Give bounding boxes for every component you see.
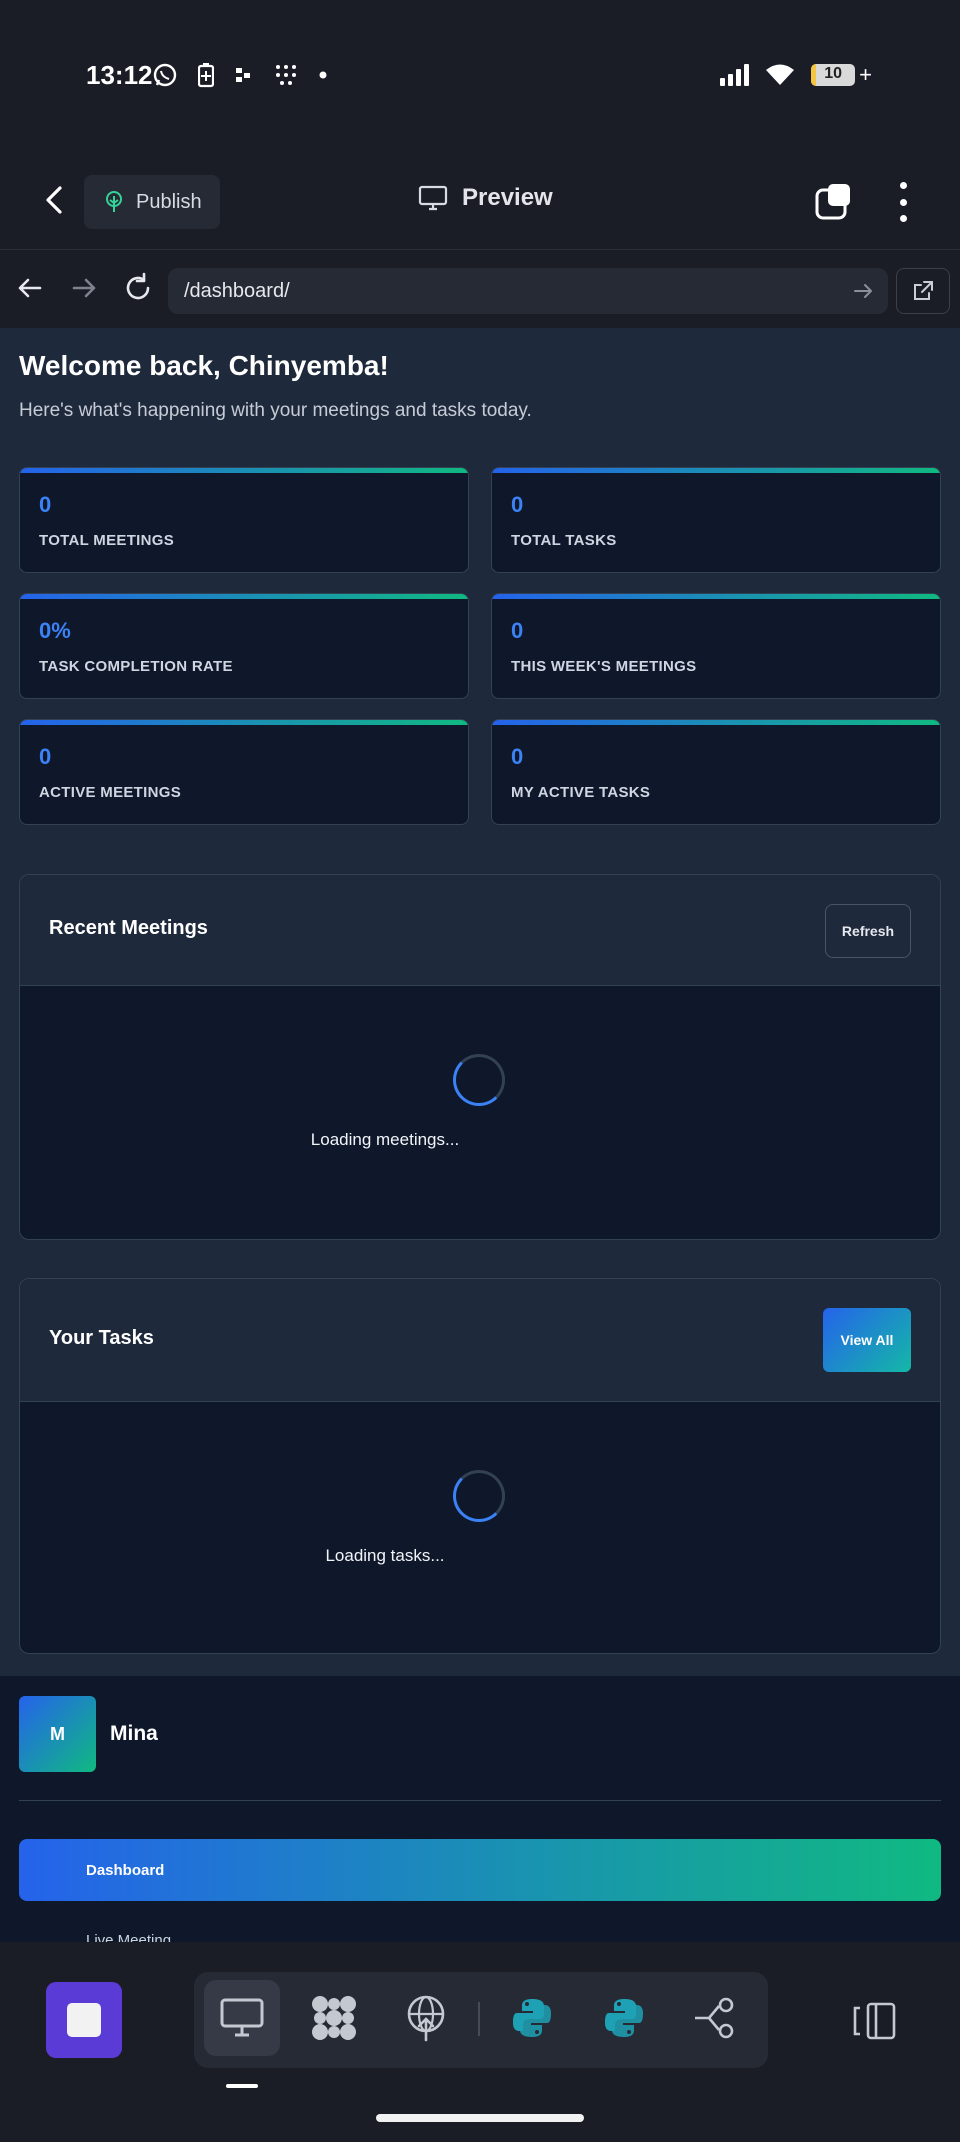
stat-card-total-tasks: 0 TOTAL TASKS [491,467,941,573]
monitor-icon [418,185,448,211]
avatar[interactable]: M [19,1696,96,1772]
loading-spinner [453,1470,505,1522]
stats-grid: 0 TOTAL MEETINGS 0 TOTAL TASKS 0% TASK C… [19,467,941,825]
status-right-icons: 10 + [719,62,872,88]
recent-meetings-title: Recent Meetings [49,917,208,939]
dots-cluster-icon [312,1996,356,2040]
sidebar-item-dashboard[interactable]: Dashboard [19,1839,941,1901]
url-input[interactable]: /dashboard/ [168,268,888,314]
welcome-heading: Welcome back, Chinyemba! [19,350,389,381]
forward-arrow-icon[interactable] [64,268,104,308]
stat-value: 0 [39,492,52,517]
dashboard-page: Welcome back, Chinyemba! Here's what's h… [0,328,960,1942]
side-panel-icon[interactable] [852,1998,898,2044]
stat-value: 0% [39,618,71,643]
stat-card-active-meetings: 0 ACTIVE MEETINGS [19,719,469,825]
your-tasks-section: Your Tasks View All Loading tasks... [19,1278,941,1654]
sidebar-item-live-meeting[interactable]: Live Meeting [86,1932,171,1942]
go-arrow-icon[interactable] [852,280,874,302]
stat-card-my-active-tasks: 0 MY ACTIVE TASKS [491,719,941,825]
dots-grid-icon [276,65,296,85]
bottom-toolbar [0,1942,960,2142]
tool-separator [478,2002,480,2036]
status-bar: 13:12 10 + [0,0,960,150]
external-link-icon [914,281,933,300]
tabs-icon[interactable] [814,182,854,222]
view-all-button[interactable]: View All [823,1308,911,1372]
app-header: Publish Preview [0,150,960,250]
stat-label: TOTAL TASKS [511,532,617,549]
chevron-left-icon[interactable] [36,180,76,220]
wifi-icon [766,64,795,85]
battery-plus: + [859,62,872,87]
recent-meetings-header: Recent Meetings Refresh [20,875,940,986]
sidebar-divider [19,1800,941,1801]
welcome-subtitle: Here's what's happening with your meetin… [19,400,532,421]
monitor-icon [220,1998,264,2037]
publish-button[interactable]: Publish [84,175,220,229]
branch-icon [695,1997,734,2039]
stop-button[interactable] [46,1982,122,2058]
stat-card-this-weeks-meetings: 0 THIS WEEK'S MEETINGS [491,593,941,699]
recent-meetings-body: Loading meetings... [20,986,940,1239]
stat-label: ACTIVE MEETINGS [39,784,182,801]
preview-title[interactable]: Preview [418,184,553,212]
python-tool-2[interactable] [586,1980,662,2056]
stat-value: 0 [39,744,52,769]
workflow-tool[interactable] [678,1980,754,2056]
stat-value: 0 [511,744,524,769]
battery-saver-icon [198,63,214,88]
loading-spinner [453,1054,505,1106]
stat-label: TASK COMPLETION RATE [39,658,233,675]
your-tasks-title: Your Tasks [49,1327,154,1349]
open-external-button[interactable] [896,268,950,314]
recent-meetings-section: Recent Meetings Refresh Loading meetings… [19,874,941,1240]
username: Mina [110,1722,158,1745]
back-arrow-icon[interactable] [10,268,50,308]
home-indicator [376,2114,584,2122]
tool-group [194,1972,768,2068]
deploy-tool[interactable] [388,1980,464,2056]
python-icon [605,1999,643,2037]
python-icon [513,1999,551,2037]
url-text: /dashboard/ [184,279,290,302]
status-time: 13:12 [86,60,153,90]
stat-value: 0 [511,492,524,517]
battery-level: 10 [824,65,843,82]
stat-label: THIS WEEK'S MEETINGS [511,658,697,675]
whatsapp-icon [153,63,177,87]
your-tasks-body: Loading tasks... [20,1402,940,1653]
browser-bar: /dashboard/ [0,250,960,328]
globe-upload-icon [407,1995,445,2042]
stop-icon [67,2003,101,2037]
status-left-icons [152,62,328,88]
signal-icon [720,64,750,86]
packages-tool[interactable] [296,1980,372,2056]
dot-icon [319,71,327,79]
refresh-button[interactable]: Refresh [825,904,911,958]
your-tasks-header: Your Tasks View All [20,1279,940,1402]
more-options-icon[interactable] [892,182,914,222]
sidebar: M Mina Dashboard Live Meeting [0,1676,960,1942]
reload-icon[interactable] [118,268,158,308]
stat-card-total-meetings: 0 TOTAL MEETINGS [19,467,469,573]
stat-value: 0 [511,618,524,643]
desktop-preview-tool[interactable] [204,1980,280,2056]
battery-indicator: 10 + [811,62,872,88]
active-tool-indicator [226,2084,258,2088]
app-icon [236,68,250,82]
publish-tree-icon [106,191,122,212]
publish-label: Publish [136,190,202,213]
python-tool-1[interactable] [494,1980,570,2056]
loading-meetings-text: Loading meetings... [310,1130,460,1149]
preview-label: Preview [462,184,553,211]
stat-label: MY ACTIVE TASKS [511,784,651,801]
loading-tasks-text: Loading tasks... [325,1546,445,1565]
stat-card-task-completion-rate: 0% TASK COMPLETION RATE [19,593,469,699]
stat-label: TOTAL MEETINGS [39,532,175,549]
